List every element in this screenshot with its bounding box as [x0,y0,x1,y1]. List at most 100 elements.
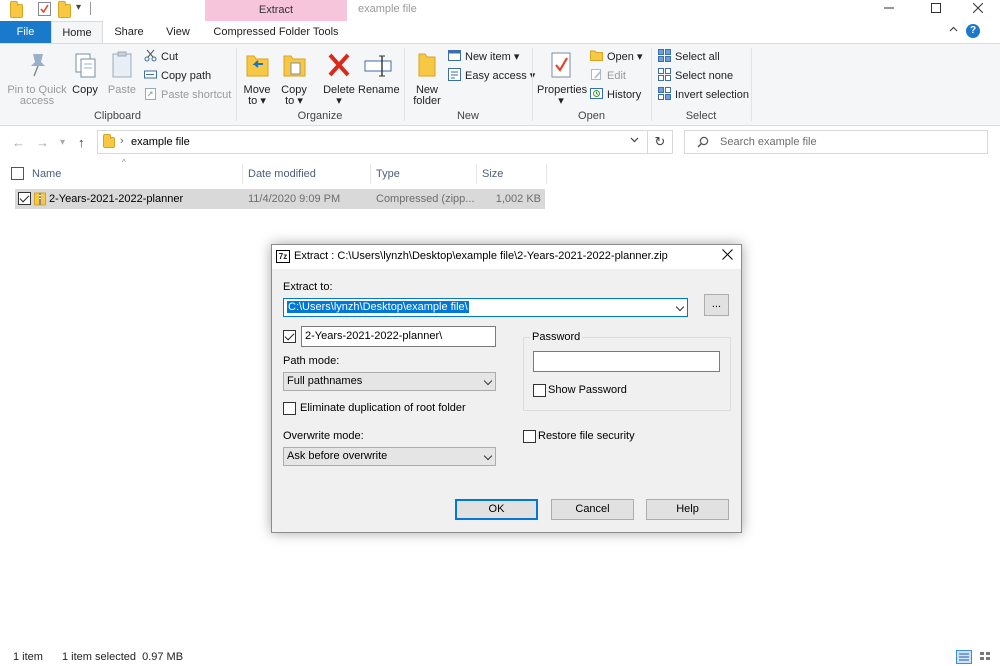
new-folder-qat-icon[interactable] [58,1,71,18]
table-row[interactable]: 2-Years-2021-2022-planner 11/4/2020 9:09… [15,189,545,209]
select-none-button[interactable]: Select none [658,67,733,85]
tab-compressed-folder-tools[interactable]: Compressed Folder Tools [205,21,347,43]
status-item-count: 1 item [13,651,43,663]
dialog-close-button[interactable] [717,247,737,267]
extract-dialog: 7z Extract : C:\Users\lynzh\Desktop\exam… [271,244,742,533]
qat-dropdown-icon[interactable]: ▾ [76,2,81,13]
column-header-date[interactable]: Date modified [242,162,370,186]
address-bar[interactable]: › example file [97,130,648,154]
large-icons-view-icon [980,652,990,660]
chevron-down-icon [675,302,685,312]
eliminate-duplication-label[interactable]: Eliminate duplication of root folder [300,402,466,414]
properties-button[interactable]: Properties ▾ [537,48,587,107]
extract-to-label: Extract to: [283,281,333,293]
tab-file[interactable]: File [0,21,51,43]
copy-path-button[interactable]: Copy path [144,67,211,85]
collapse-ribbon-icon[interactable] [949,25,958,34]
title-bar: ▾ Extract example file [0,0,1000,21]
folder-icon [103,134,115,148]
forward-arrow-icon[interactable]: → [36,135,49,150]
select-all-checkbox[interactable] [11,167,24,180]
large-icons-view-button[interactable] [978,650,994,664]
tab-view[interactable]: View [157,21,199,43]
copy-to-icon [283,55,306,77]
paste-shortcut-button[interactable]: Paste shortcut [144,86,231,104]
overwrite-mode-select[interactable]: Ask before overwrite [283,447,496,466]
invert-selection-icon [658,87,671,100]
path-mode-select[interactable]: Full pathnames [283,372,496,391]
copy-to-button[interactable]: Copy to ▾ [278,48,310,107]
history-button[interactable]: History [590,86,641,104]
breadcrumb-chevron-icon[interactable]: › [120,135,124,147]
address-dropdown-icon[interactable] [630,135,639,147]
new-folder-button[interactable]: New folder [409,48,445,107]
subfolder-checkbox[interactable] [283,330,296,343]
ribbon: Pin to Quick access Copy Paste Cut Copy … [0,43,1000,126]
file-size: 1,002 KB [495,193,541,205]
password-label: Password [530,331,583,343]
rename-button[interactable]: Rename [358,48,400,96]
copy-button[interactable]: Copy [70,48,100,96]
restore-security-label[interactable]: Restore file security [538,430,635,442]
refresh-icon: ↻ [654,134,666,149]
easy-access-icon [448,68,461,81]
move-to-icon [246,55,269,77]
zip-folder-icon [34,192,46,209]
password-input[interactable] [533,351,720,372]
subfolder-input[interactable]: 2-Years-2021-2022-planner\ [301,326,496,347]
extract-to-combobox[interactable]: C:\Users\lynzh\Desktop\example file\ [283,298,688,317]
up-arrow-icon[interactable]: ↑ [78,135,85,150]
pin-quick-access-button[interactable]: Pin to Quick access [6,48,68,107]
row-checkbox[interactable] [18,192,31,205]
help-icon[interactable]: ? [966,24,980,38]
file-type: Compressed (zipp... [376,193,475,205]
navigation-bar: ← → ▾ ↑ › example file ↻ Search example … [0,127,1000,158]
search-box[interactable]: Search example file [684,130,988,154]
edit-button[interactable]: Edit [590,67,626,85]
maximize-button[interactable] [914,0,958,20]
easy-access-button[interactable]: Easy access ▾ [448,67,535,85]
minimize-icon [884,7,894,9]
tab-home[interactable]: Home [51,21,103,44]
properties-qat-icon[interactable] [38,2,51,16]
chevron-down-icon [483,451,493,461]
password-group [523,337,731,411]
refresh-button[interactable]: ↻ [648,130,673,154]
show-password-label[interactable]: Show Password [548,384,627,396]
open-button[interactable]: Open ▾ [590,48,643,66]
select-group-label: Select [685,110,717,122]
open-group-label: Open [578,110,605,122]
copy-icon [75,53,96,78]
column-header-name[interactable]: Name [26,162,242,186]
column-header-type[interactable]: Type [370,162,476,186]
back-arrow-icon[interactable]: ← [12,135,25,150]
details-view-button[interactable] [956,650,972,664]
new-item-button[interactable]: New item ▾ [448,48,519,66]
recent-locations-icon[interactable]: ▾ [60,137,65,148]
breadcrumb-item[interactable]: example file [131,136,190,148]
search-icon [697,136,709,151]
invert-selection-button[interactable]: Invert selection [658,86,749,104]
select-all-button[interactable]: Select all [658,48,720,66]
eliminate-duplication-checkbox[interactable] [283,402,296,415]
move-to-button[interactable]: Move to ▾ [241,48,273,107]
paste-button[interactable]: Paste [106,48,138,96]
file-name[interactable]: 2-Years-2021-2022-planner [49,189,183,209]
close-icon [972,2,984,14]
browse-button[interactable]: ... [704,294,729,316]
ok-button[interactable]: OK [455,499,538,520]
column-separator[interactable] [546,164,547,184]
close-button[interactable] [956,0,1000,20]
cancel-button[interactable]: Cancel [551,499,634,520]
delete-button[interactable]: Delete ▾ [322,48,356,107]
new-folder-icon [418,53,436,77]
rename-icon [364,55,392,77]
cut-button[interactable]: Cut [144,48,178,66]
minimize-button[interactable] [867,0,911,20]
restore-security-checkbox[interactable] [523,430,536,443]
help-button[interactable]: Help [646,499,729,520]
column-header-size[interactable]: Size [476,162,546,186]
paste-icon [112,51,132,78]
show-password-checkbox[interactable] [533,384,546,397]
tab-share[interactable]: Share [107,21,151,43]
